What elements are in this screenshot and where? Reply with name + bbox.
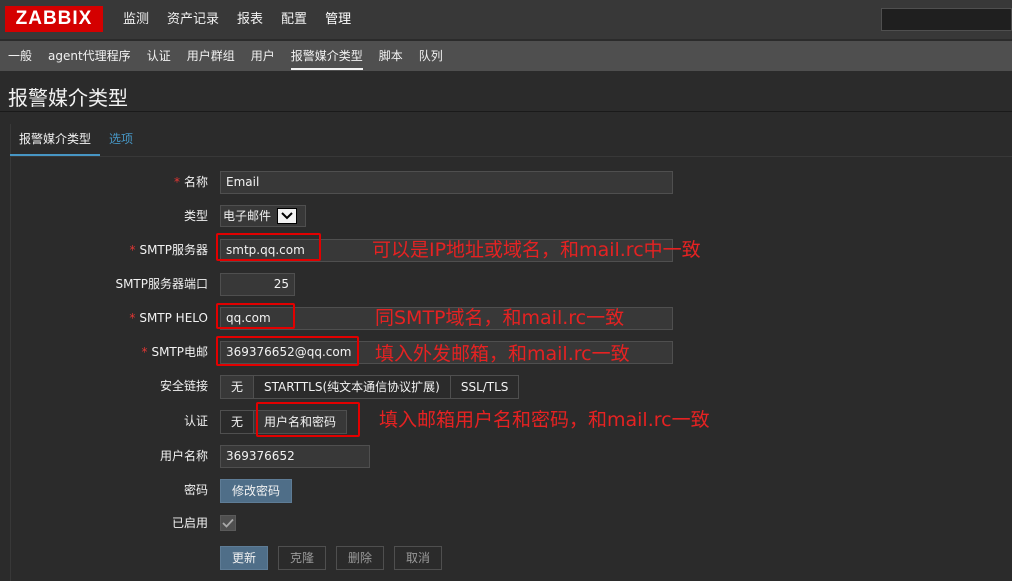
required-marker: * xyxy=(129,243,136,257)
security-label: 安全链接 xyxy=(159,379,208,393)
form-tabs: 报警媒介类型 选项 xyxy=(10,124,142,156)
username-input[interactable]: 369376652 xyxy=(220,445,370,468)
annotation-smtp-server: 可以是IP地址或域名，和mail.rc中一致 xyxy=(372,239,701,261)
annotation-smtp-helo: 同SMTP域名，和mail.rc一致 xyxy=(375,307,625,329)
username-label: 用户名称 xyxy=(159,449,208,463)
page-title: 报警媒介类型 xyxy=(8,86,128,110)
annotation-box-smtp-email xyxy=(216,336,359,366)
update-button[interactable]: 更新 xyxy=(220,546,269,570)
row-enabled: 已启用 xyxy=(10,510,1010,536)
security-option-none[interactable]: 无 xyxy=(220,375,255,399)
subnav-general[interactable]: 一般 xyxy=(0,41,40,71)
smtp-port-input[interactable]: 25 xyxy=(220,273,295,296)
clone-button[interactable]: 克隆 xyxy=(278,546,327,570)
annotation-box-smtp-helo xyxy=(216,303,295,329)
smtp-port-label: SMTP服务器端口 xyxy=(115,277,208,291)
subnav-authentication[interactable]: 认证 xyxy=(139,41,179,71)
subnav-user-groups[interactable]: 用户群组 xyxy=(179,41,243,71)
tab-options[interactable]: 选项 xyxy=(100,124,142,156)
subnav-proxies[interactable]: agent代理程序 xyxy=(40,41,139,71)
chevron-down-icon[interactable] xyxy=(277,208,298,224)
top-bar: ZABBIX 监测 资产记录 报表 配置 管理 xyxy=(0,0,1012,40)
required-marker: * xyxy=(141,345,148,359)
nav-reports[interactable]: 报表 xyxy=(228,0,272,40)
type-select-value: 电子邮件 xyxy=(223,209,272,223)
security-radio-group: 无 STARTTLS(纯文本通信协议扩展) SSL/TLS xyxy=(220,375,520,399)
subnav-media-types[interactable]: 报警媒介类型 xyxy=(283,41,371,71)
checkmark-icon xyxy=(222,518,234,528)
security-option-ssl-tls[interactable]: SSL/TLS xyxy=(449,375,520,399)
name-input[interactable]: Email xyxy=(220,171,673,194)
auth-option-none[interactable]: 无 xyxy=(220,410,255,434)
annotation-box-smtp-server xyxy=(216,233,321,261)
row-type: 类型 电子邮件 xyxy=(10,203,1010,229)
nav-monitoring[interactable]: 监测 xyxy=(114,0,158,40)
annotation-auth: 填入邮箱用户名和密码，和mail.rc一致 xyxy=(379,409,710,431)
name-label: * 名称 xyxy=(173,175,208,189)
row-name: * 名称 Email xyxy=(10,169,1010,195)
required-marker: * xyxy=(173,175,180,189)
annotation-box-auth xyxy=(256,402,360,437)
type-label: 类型 xyxy=(183,209,208,223)
search-input[interactable] xyxy=(881,8,1012,31)
required-marker: * xyxy=(129,311,136,325)
smtp-server-label: * SMTP服务器 xyxy=(129,243,208,257)
row-actions: 更新 克隆 删除 取消 xyxy=(10,544,1010,570)
tab-divider xyxy=(10,156,1012,157)
nav-configuration[interactable]: 配置 xyxy=(272,0,316,40)
cancel-button[interactable]: 取消 xyxy=(394,546,443,570)
row-security: 安全链接 无 STARTTLS(纯文本通信协议扩展) SSL/TLS xyxy=(10,373,1010,399)
main-nav: 监测 资产记录 报表 配置 管理 xyxy=(114,0,360,40)
delete-button[interactable]: 删除 xyxy=(336,546,385,570)
smtp-helo-label: * SMTP HELO xyxy=(129,311,208,325)
smtp-email-label: * SMTP电邮 xyxy=(141,345,208,359)
nav-inventory[interactable]: 资产记录 xyxy=(158,0,228,40)
row-password: 密码 修改密码 xyxy=(10,477,1010,503)
row-smtp-port: SMTP服务器端口 25 xyxy=(10,271,1010,297)
row-username: 用户名称 369376652 xyxy=(10,443,1010,469)
enabled-label: 已启用 xyxy=(171,516,208,530)
tab-media-type[interactable]: 报警媒介类型 xyxy=(10,124,101,156)
type-select[interactable]: 电子邮件 xyxy=(220,205,306,227)
change-password-button[interactable]: 修改密码 xyxy=(220,479,293,503)
subnav-scripts[interactable]: 脚本 xyxy=(371,41,411,71)
security-option-starttls[interactable]: STARTTLS(纯文本通信协议扩展) xyxy=(253,375,451,399)
subnav-users[interactable]: 用户 xyxy=(243,41,283,71)
title-divider xyxy=(0,111,1012,112)
subnav-queue[interactable]: 队列 xyxy=(411,41,451,71)
sub-nav: 一般 agent代理程序 认证 用户群组 用户 报警媒介类型 脚本 队列 xyxy=(0,41,1012,71)
auth-label: 认证 xyxy=(183,414,208,428)
annotation-smtp-email: 填入外发邮箱，和mail.rc一致 xyxy=(375,343,630,365)
zabbix-logo[interactable]: ZABBIX xyxy=(5,6,103,32)
nav-administration[interactable]: 管理 xyxy=(316,0,360,40)
enabled-checkbox[interactable] xyxy=(220,515,236,531)
password-label: 密码 xyxy=(183,483,208,497)
